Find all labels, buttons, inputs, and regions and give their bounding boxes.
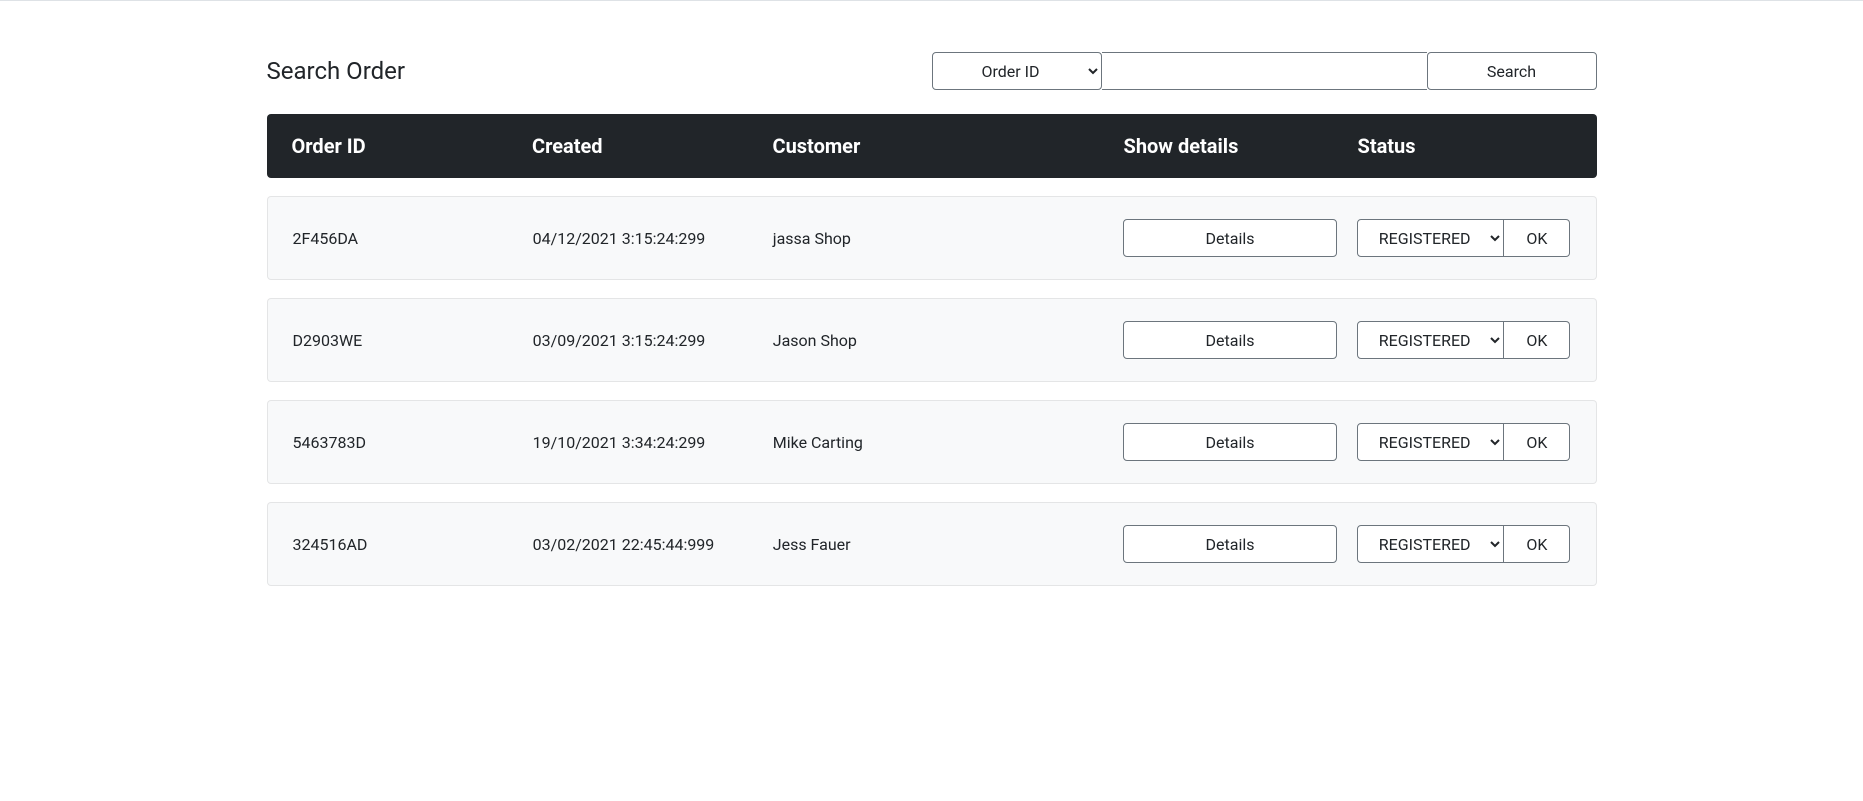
status-select[interactable]: REGISTERED — [1357, 321, 1505, 359]
table-row: 2F456DA04/12/2021 3:15:24:299jassa Shop D… — [267, 196, 1597, 280]
table-row: 5463783D19/10/2021 3:34:24:299Mike Carti… — [267, 400, 1597, 484]
details-button[interactable]: Details — [1123, 423, 1337, 461]
status-select[interactable]: REGISTERED — [1357, 219, 1505, 257]
search-title: Search Order — [267, 57, 932, 85]
cell-details: Details — [1113, 423, 1347, 461]
status-controls: REGISTEREDOK — [1357, 423, 1571, 461]
search-button[interactable]: Search — [1427, 52, 1597, 90]
cell-details: Details — [1113, 219, 1347, 257]
table-row: 324516AD03/02/2021 22:45:44:999Jess Faue… — [267, 502, 1597, 586]
table-row: D2903WE03/09/2021 3:15:24:299Jason Shop D… — [267, 298, 1597, 382]
header-order-id: Order ID — [282, 134, 523, 158]
header-show-details: Show details — [1114, 134, 1348, 158]
ok-button[interactable]: OK — [1504, 423, 1570, 461]
header-created: Created — [522, 134, 763, 158]
cell-created: 03/09/2021 3:15:24:299 — [523, 331, 763, 350]
cell-order-id: 2F456DA — [283, 229, 523, 248]
search-bar: Search Order Order ID Search — [267, 52, 1597, 90]
cell-created: 04/12/2021 3:15:24:299 — [523, 229, 763, 248]
cell-status: REGISTEREDOK — [1347, 321, 1581, 359]
cell-created: 19/10/2021 3:34:24:299 — [523, 433, 763, 452]
cell-order-id: 324516AD — [283, 535, 523, 554]
table-header: Order ID Created Customer Show details S… — [267, 114, 1597, 178]
table-body: 2F456DA04/12/2021 3:15:24:299jassa Shop D… — [267, 196, 1597, 586]
ok-button[interactable]: OK — [1504, 321, 1570, 359]
status-controls: REGISTEREDOK — [1357, 219, 1571, 257]
cell-customer: Mike Carting — [763, 433, 1113, 452]
cell-status: REGISTEREDOK — [1347, 219, 1581, 257]
status-controls: REGISTEREDOK — [1357, 525, 1571, 563]
details-button[interactable]: Details — [1123, 321, 1337, 359]
cell-details: Details — [1113, 525, 1347, 563]
ok-button[interactable]: OK — [1504, 525, 1570, 563]
details-button[interactable]: Details — [1123, 525, 1337, 563]
ok-button[interactable]: OK — [1504, 219, 1570, 257]
cell-order-id: 5463783D — [283, 433, 523, 452]
cell-status: REGISTEREDOK — [1347, 525, 1581, 563]
cell-created: 03/02/2021 22:45:44:999 — [523, 535, 763, 554]
cell-customer: jassa Shop — [763, 229, 1113, 248]
cell-details: Details — [1113, 321, 1347, 359]
cell-order-id: D2903WE — [283, 331, 523, 350]
details-button[interactable]: Details — [1123, 219, 1337, 257]
search-controls: Order ID Search — [932, 52, 1597, 90]
status-controls: REGISTEREDOK — [1357, 321, 1571, 359]
status-select[interactable]: REGISTERED — [1357, 525, 1505, 563]
header-status: Status — [1348, 134, 1582, 158]
cell-status: REGISTEREDOK — [1347, 423, 1581, 461]
page-container: Search Order Order ID Search Order ID Cr… — [252, 2, 1612, 586]
cell-customer: Jess Fauer — [763, 535, 1113, 554]
header-customer: Customer — [763, 134, 1114, 158]
cell-customer: Jason Shop — [763, 331, 1113, 350]
status-select[interactable]: REGISTERED — [1357, 423, 1505, 461]
search-filter-select[interactable]: Order ID — [932, 52, 1102, 90]
search-input[interactable] — [1102, 52, 1427, 90]
